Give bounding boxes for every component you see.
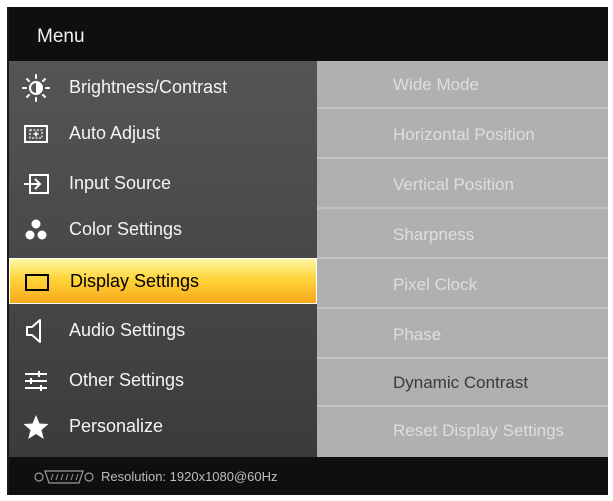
- menu-item-audio-settings[interactable]: Audio Settings: [9, 308, 317, 354]
- color-settings-icon: [25, 219, 47, 240]
- submenu-item-vertical-position[interactable]: Vertical Position: [317, 161, 608, 209]
- submenu-item-label: Horizontal Position: [393, 125, 535, 144]
- speaker-icon: [26, 319, 41, 343]
- menu-item-label: Audio Settings: [69, 320, 186, 340]
- submenu-panel: Wide Mode Horizontal Position Vertical P…: [317, 61, 608, 457]
- submenu-item-label: Wide Mode: [393, 75, 479, 94]
- sliders-icon: [25, 371, 47, 391]
- osd-menu: Menu Brightness/Contrast Auto Adjust Inp…: [7, 7, 608, 495]
- submenu-item-label: Reset Display Settings: [393, 421, 565, 440]
- submenu-item-pixel-clock[interactable]: Pixel Clock: [317, 261, 608, 309]
- submenu-item-sharpness[interactable]: Sharpness: [317, 211, 608, 259]
- menu-item-input-source[interactable]: Input Source: [9, 161, 317, 207]
- menu-item-label: Color Settings: [69, 219, 183, 239]
- submenu-item-label: Pixel Clock: [393, 275, 478, 294]
- submenu-item-label: Phase: [393, 325, 442, 344]
- menu-item-auto-adjust[interactable]: Auto Adjust: [9, 111, 317, 157]
- menu-item-label: Input Source: [69, 173, 172, 193]
- star-icon: [23, 415, 49, 439]
- menu-item-display-settings[interactable]: Display Settings: [9, 258, 317, 304]
- menu-item-label: Other Settings: [69, 370, 185, 390]
- menu-item-personalize[interactable]: Personalize: [9, 404, 317, 450]
- menu-item-label: Personalize: [69, 416, 164, 436]
- status-bar: Resolution: 1920x1080@60Hz: [9, 457, 608, 495]
- submenu-item-horizontal-position[interactable]: Horizontal Position: [317, 111, 608, 159]
- submenu-item-label: Dynamic Contrast: [393, 373, 529, 392]
- resolution-status: Resolution: 1920x1080@60Hz: [101, 469, 278, 484]
- menu-item-label: Display Settings: [70, 271, 200, 291]
- submenu-item-dynamic-contrast: Dynamic Contrast: [317, 359, 608, 407]
- auto-adjust-icon: [24, 125, 48, 143]
- submenu-item-wide-mode[interactable]: Wide Mode: [317, 61, 608, 109]
- brightness-icon: [22, 74, 50, 102]
- input-source-icon: [24, 174, 49, 194]
- menu-title: Menu: [37, 26, 85, 47]
- submenu-item-phase[interactable]: Phase: [317, 311, 608, 359]
- submenu-item-reset-display-settings[interactable]: Reset Display Settings: [317, 407, 608, 455]
- menu-item-brightness-contrast[interactable]: Brightness/Contrast: [9, 65, 317, 111]
- submenu-item-label: Vertical Position: [393, 175, 514, 194]
- display-settings-icon: [25, 274, 49, 291]
- submenu-item-label: Sharpness: [393, 225, 475, 244]
- main-menu-panel: Brightness/Contrast Auto Adjust Input So…: [9, 61, 317, 457]
- menu-item-color-settings[interactable]: Color Settings: [9, 207, 317, 253]
- menu-item-label: Brightness/Contrast: [69, 77, 228, 97]
- vga-icon: [34, 470, 94, 484]
- menu-header: Menu: [9, 7, 608, 61]
- menu-item-label: Auto Adjust: [69, 123, 161, 143]
- menu-item-other-settings[interactable]: Other Settings: [9, 358, 317, 404]
